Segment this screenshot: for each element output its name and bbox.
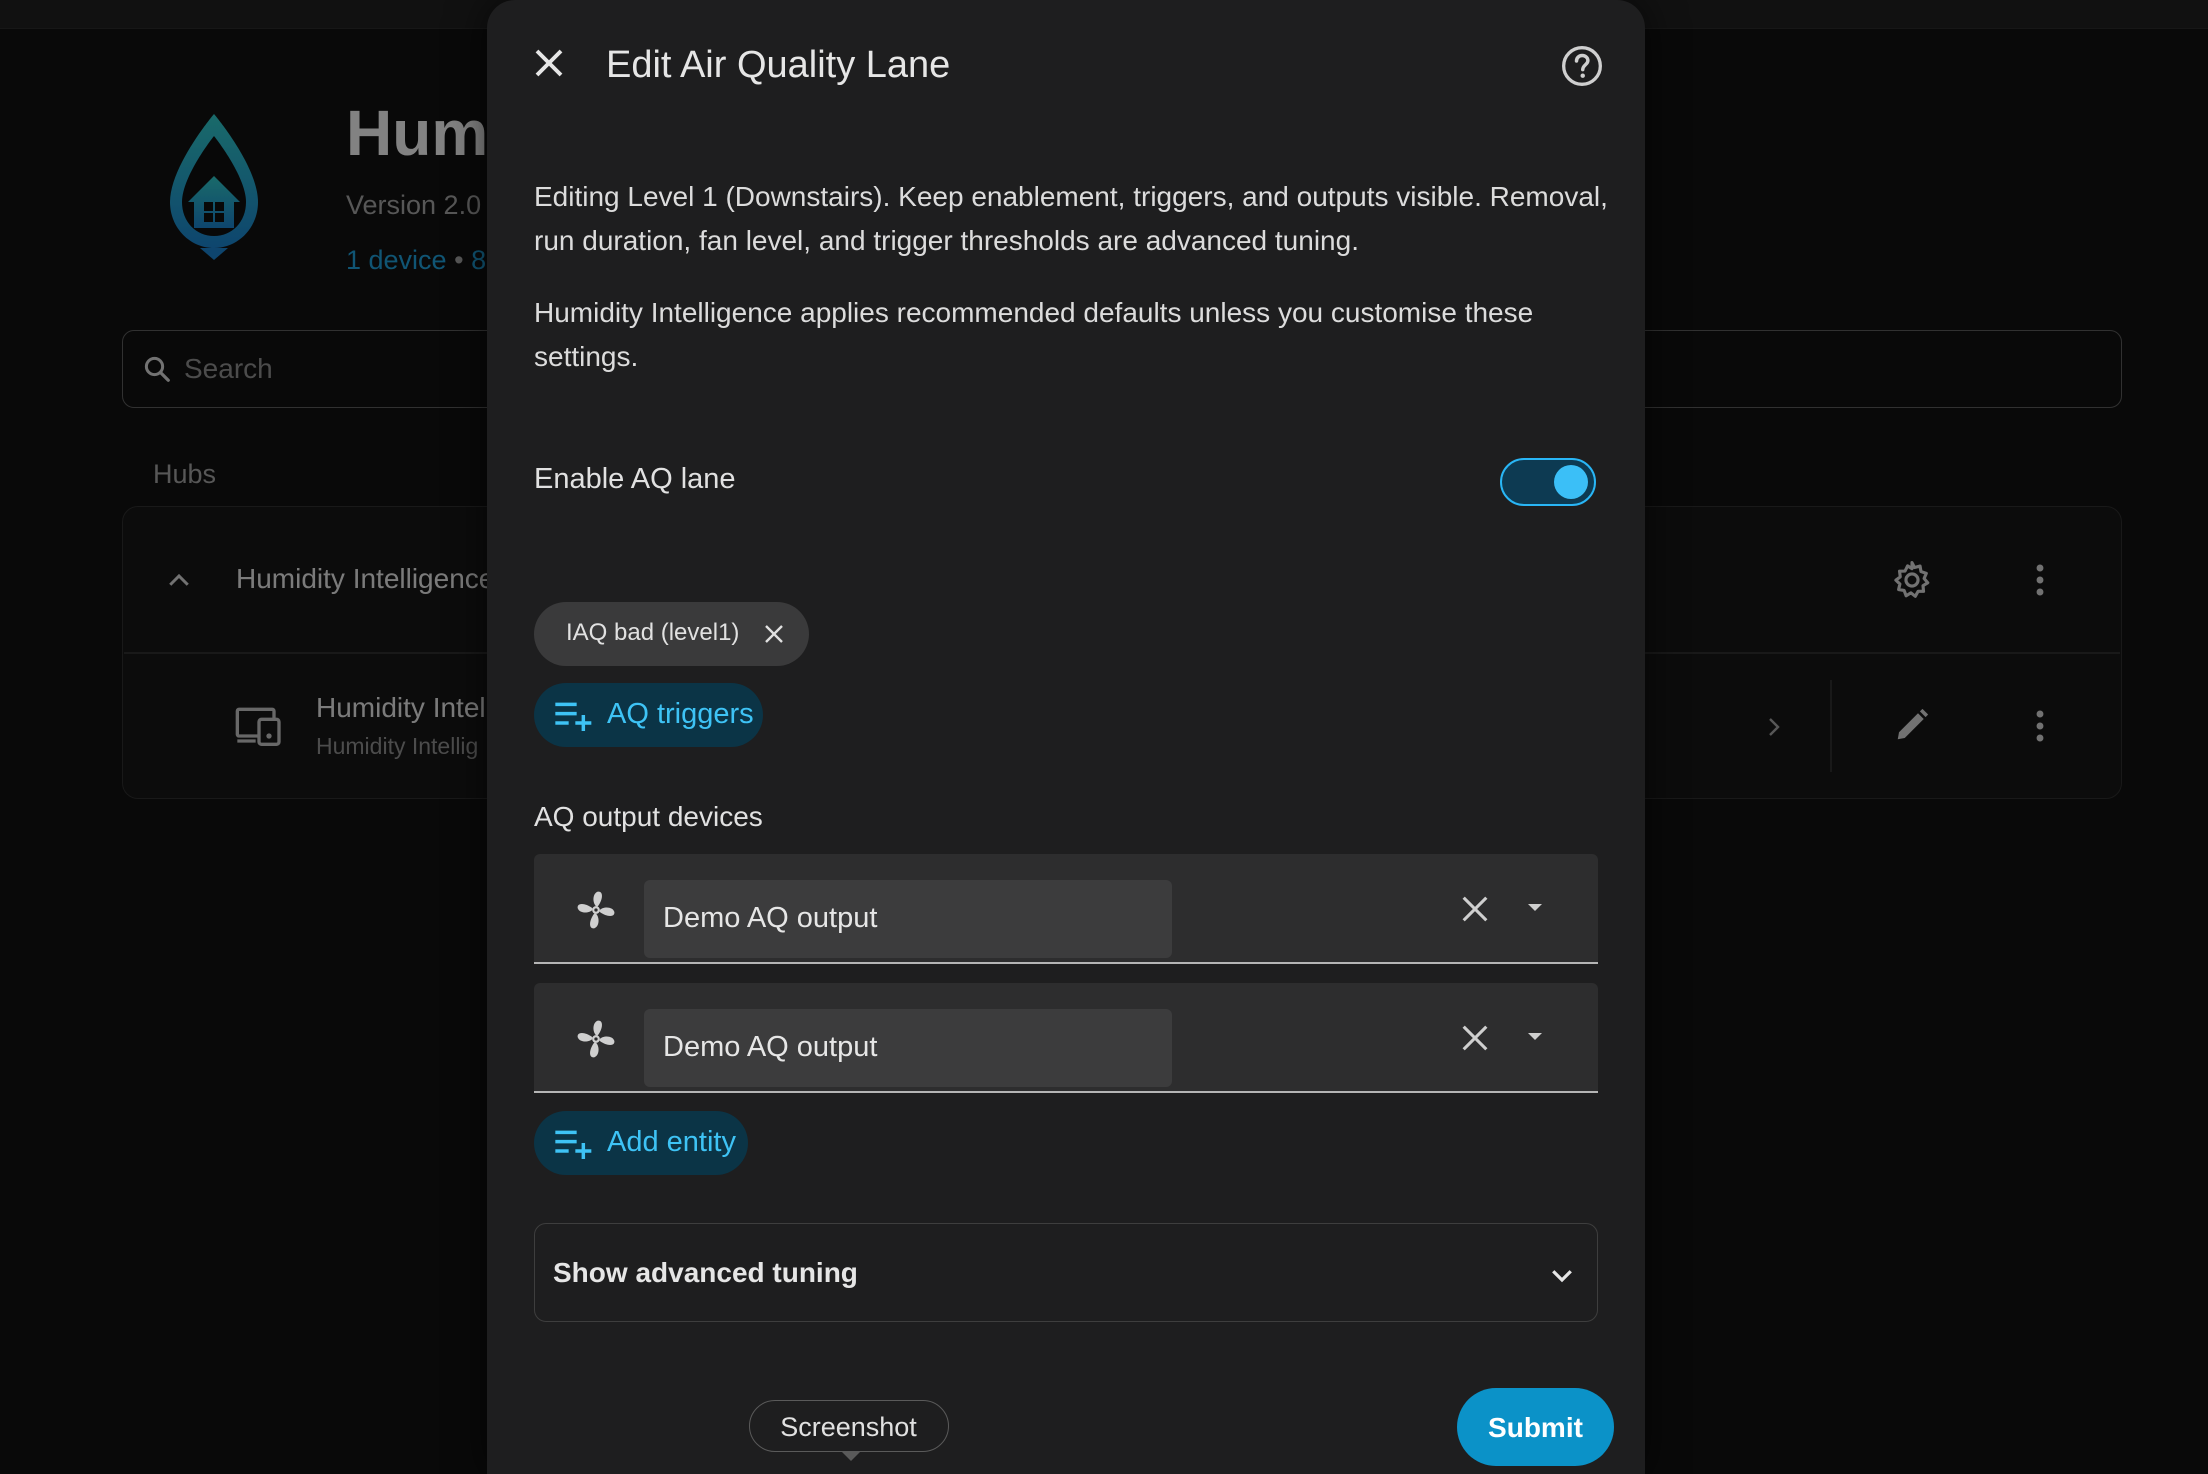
aq-triggers-label: AQ triggers <box>607 698 754 730</box>
chevron-down-icon <box>1547 1260 1577 1290</box>
tooltip: Screenshot <box>749 1400 949 1452</box>
tooltip-tail <box>841 1451 861 1461</box>
edit-aq-lane-dialog: Edit Air Quality Lane Editing Level 1 (D… <box>487 0 1645 1474</box>
clear-icon[interactable] <box>1458 1021 1492 1055</box>
advanced-tuning-label: Show advanced tuning <box>553 1257 858 1288</box>
defaults-note: Humidity Intelligence applies recommende… <box>534 297 1534 372</box>
playlist-plus-icon <box>554 699 594 731</box>
tooltip-text: Screenshot <box>780 1412 917 1442</box>
chip-close-icon[interactable] <box>762 622 786 646</box>
help-icon[interactable] <box>1560 44 1604 88</box>
toggle-knob <box>1554 465 1588 499</box>
fan-icon <box>574 1017 618 1061</box>
add-entity-label: Add entity <box>607 1126 736 1158</box>
dropdown-icon[interactable] <box>1524 900 1546 914</box>
close-icon[interactable] <box>531 45 567 81</box>
entity-picker[interactable]: Demo AQ output <box>534 854 1598 964</box>
submit-label: Submit <box>1488 1412 1583 1443</box>
entity-value-text: Demo AQ output <box>663 902 878 934</box>
add-entity-button[interactable]: Add entity <box>534 1111 748 1175</box>
dialog-description: Editing Level 1 (Downstairs). Keep enabl… <box>534 181 1608 256</box>
playlist-plus-icon <box>554 1127 594 1159</box>
submit-button[interactable]: Submit <box>1457 1388 1614 1466</box>
advanced-tuning-expander[interactable]: Show advanced tuning <box>534 1223 1598 1322</box>
entity-picker[interactable]: Demo AQ output <box>534 983 1598 1093</box>
aq-output-devices-label: AQ output devices <box>534 801 763 832</box>
enable-aq-lane-label: Enable AQ lane <box>534 463 736 495</box>
entity-value[interactable]: Demo AQ output <box>644 1009 1172 1087</box>
trigger-chip[interactable]: IAQ bad (level1) <box>534 602 809 666</box>
fan-icon <box>574 888 618 932</box>
entity-value-text: Demo AQ output <box>663 1031 878 1063</box>
aq-triggers-button[interactable]: AQ triggers <box>534 683 763 747</box>
dropdown-icon[interactable] <box>1524 1029 1546 1043</box>
clear-icon[interactable] <box>1458 892 1492 926</box>
enable-aq-lane-toggle[interactable] <box>1500 458 1596 506</box>
dialog-title: Edit Air Quality Lane <box>606 44 951 86</box>
entity-value[interactable]: Demo AQ output <box>644 880 1172 958</box>
trigger-chip-label: IAQ bad (level1) <box>566 619 740 646</box>
